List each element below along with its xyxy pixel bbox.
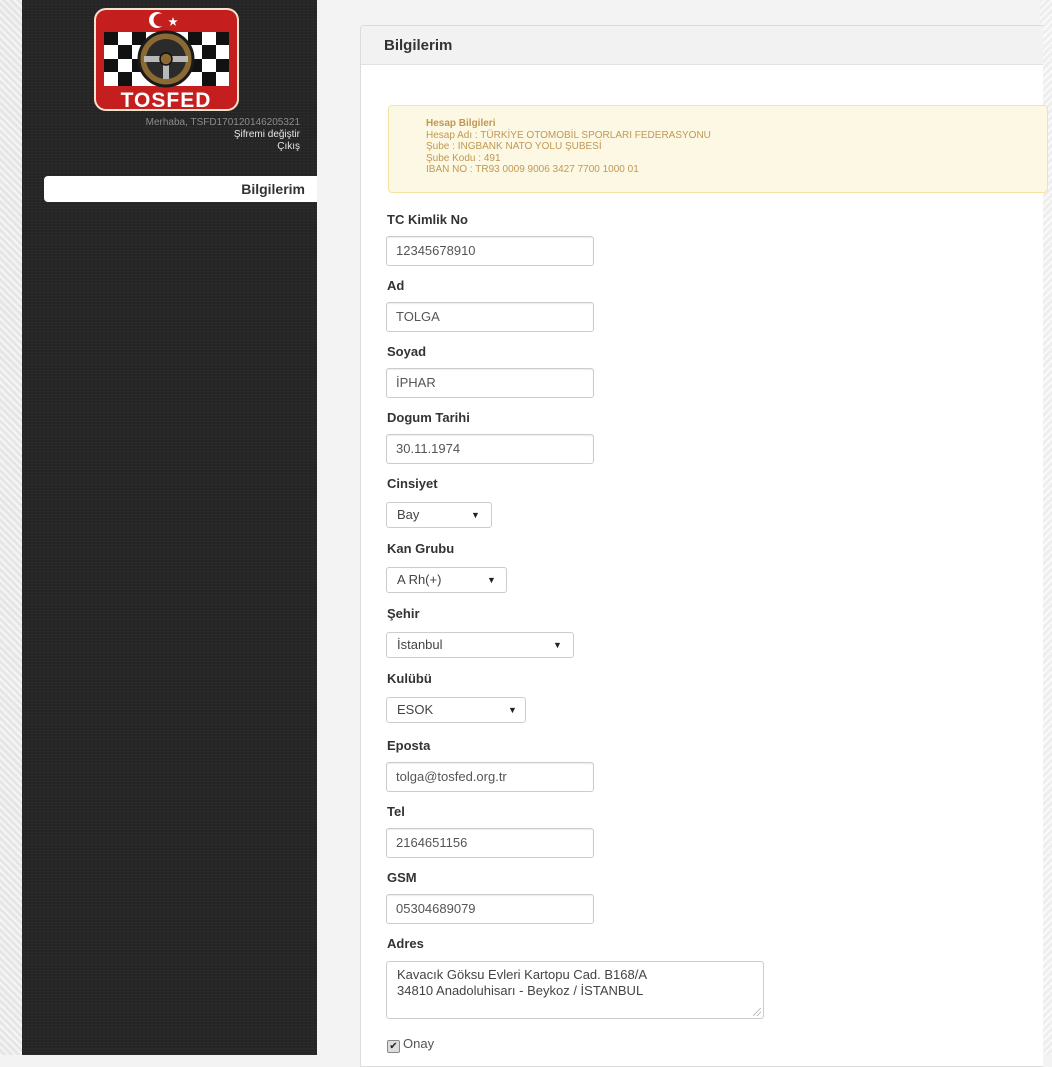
adres-line: Kavacık Göksu Evleri Kartopu Cad. B168/A	[397, 967, 648, 982]
gsm-input[interactable]: 05304689079	[386, 894, 594, 924]
kan-grubu-select[interactable]: A Rh(+) ▼	[386, 567, 507, 593]
eposta-input[interactable]: tolga@tosfed.org.tr	[386, 762, 594, 792]
logo-text: TOSFED	[121, 89, 212, 111]
account-info-line: Hesap Adı : TÜRKİYE OTOMOBİL SPORLARI FE…	[426, 129, 711, 141]
tc-label: TC Kimlik No	[387, 212, 468, 227]
resize-grip-icon[interactable]	[753, 1008, 761, 1016]
kan-grubu-label: Kan Grubu	[387, 541, 455, 556]
adres-label: Adres	[387, 936, 424, 951]
account-info-line: Şube : INGBANK NATO YOLU ŞUBESİ	[426, 141, 602, 152]
logo-graphic: TOSFED	[104, 12, 229, 111]
kulubu-value: ESOK	[397, 702, 434, 717]
sehir-value: İstanbul	[397, 637, 443, 652]
adres-line: 34810 Anadoluhisarı - Beykoz / İSTANBUL	[397, 983, 644, 998]
ad-label: Ad	[387, 278, 405, 293]
ad-input[interactable]: TOLGA	[386, 302, 594, 332]
sidebar: TOSFED Merhaba, TSFD170120146205321 Şifr…	[22, 0, 317, 1055]
adres-textarea[interactable]: Kavacık Göksu Evleri Kartopu Cad. B168/A…	[386, 961, 764, 1019]
cinsiyet-value: Bay	[397, 507, 420, 522]
kulubu-select[interactable]: ESOK ▼	[386, 697, 526, 723]
caret-down-icon: ▼	[471, 510, 480, 520]
tel-input[interactable]: 2164651156	[386, 828, 594, 858]
logout-link[interactable]: Çıkış	[100, 141, 300, 153]
account-info-title: Hesap Bilgileri	[426, 118, 496, 129]
tel-label: Tel	[387, 804, 405, 819]
kan-grubu-value: A Rh(+)	[397, 572, 442, 587]
dogum-tarihi-label: Dogum Tarihi	[387, 410, 470, 425]
caret-down-icon: ▼	[487, 575, 496, 585]
sehir-select[interactable]: İstanbul ▼	[386, 632, 574, 658]
eposta-label: Eposta	[387, 738, 431, 753]
soyad-input[interactable]: İPHAR	[386, 368, 594, 398]
cinsiyet-label: Cinsiyet	[387, 476, 438, 491]
gsm-label: GSM	[387, 870, 417, 885]
onay-checkbox-row[interactable]: ✔ Onay	[387, 1036, 434, 1053]
caret-down-icon: ▼	[553, 640, 562, 650]
sehir-label: Şehir	[387, 606, 420, 621]
dogum-tarihi-input[interactable]: 30.11.1974	[386, 434, 594, 464]
page-background-left	[0, 0, 22, 1055]
soyad-label: Soyad	[387, 344, 427, 359]
tosfed-logo[interactable]: TOSFED	[94, 8, 239, 111]
account-info-line: IBAN NO : TR93 0009 9006 3427 7700 1000 …	[426, 164, 639, 175]
sidebar-item-bilgilerim[interactable]: Bilgilerim	[44, 176, 317, 202]
user-greeting: Merhaba, TSFD170120146205321	[145, 117, 300, 128]
panel-title: Bilgilerim	[361, 26, 1043, 65]
cinsiyet-select[interactable]: Bay ▼	[386, 502, 492, 528]
account-info-line: Şube Kodu : 491	[426, 152, 501, 164]
account-info-alert: Hesap Bilgileri Hesap Adı : TÜRKİYE OTOM…	[388, 105, 1048, 193]
tc-input[interactable]: 12345678910	[386, 236, 594, 266]
caret-down-icon: ▼	[508, 705, 517, 715]
onay-label: Onay	[403, 1036, 435, 1051]
kulubu-label: Kulübü	[387, 671, 432, 686]
change-password-link[interactable]: Şifremi değiştir	[100, 129, 300, 141]
check-icon[interactable]: ✔	[387, 1040, 400, 1053]
